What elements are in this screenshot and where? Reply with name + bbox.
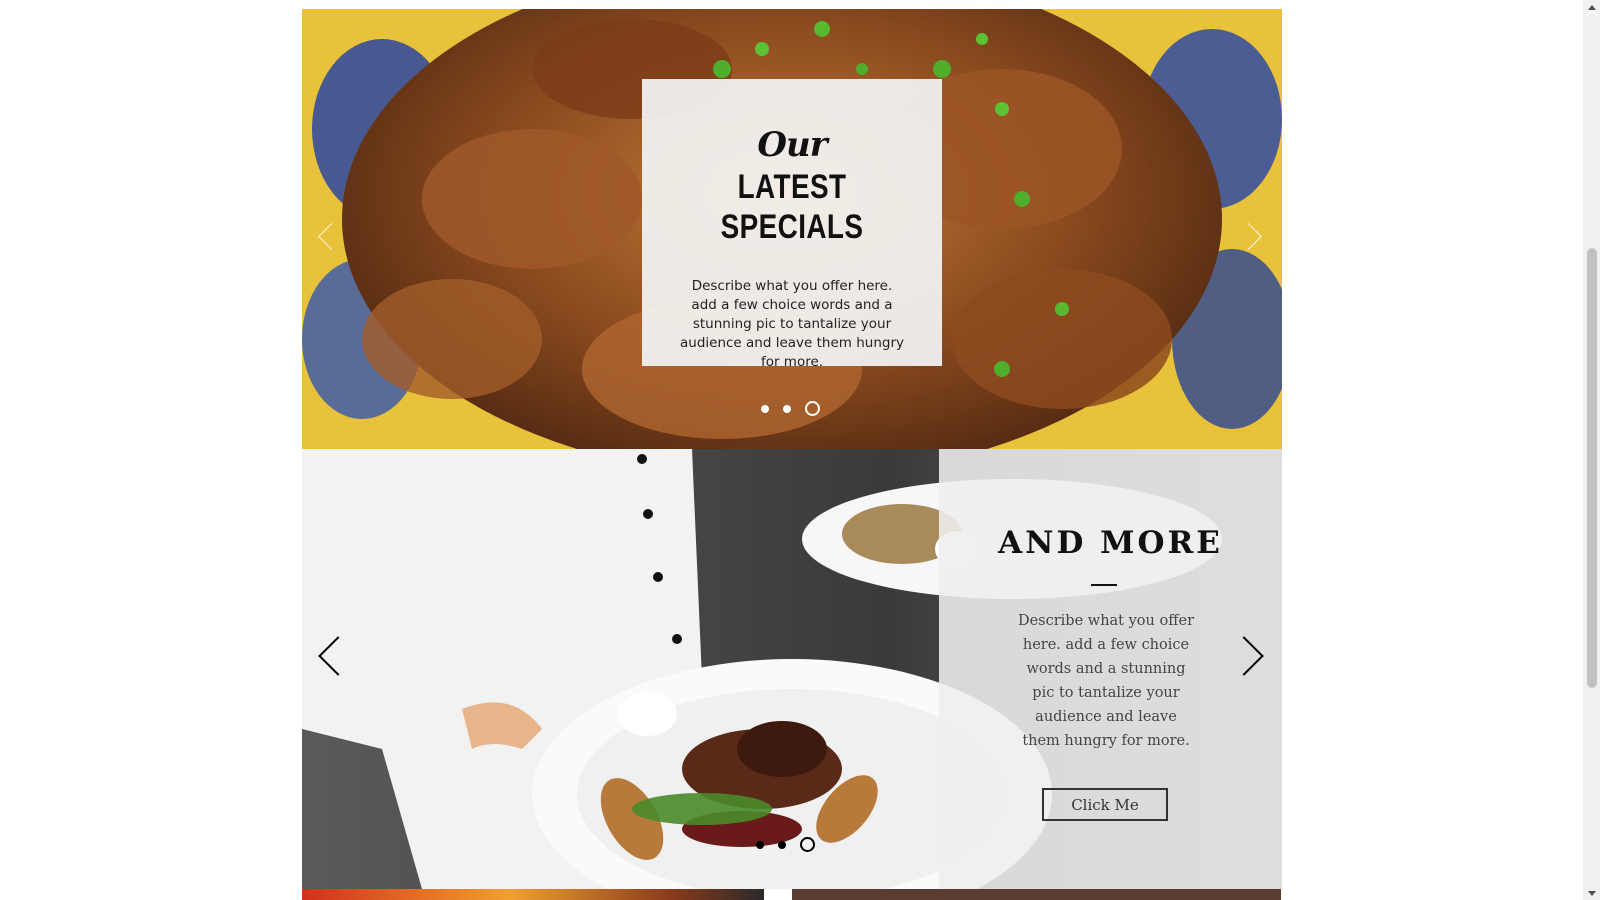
slide-dots (761, 401, 820, 416)
slide-dot-1[interactable] (756, 840, 764, 849)
page-scrollbar[interactable] (1583, 0, 1600, 900)
slide-dot-1[interactable] (761, 404, 769, 413)
script-heading: Our (757, 125, 827, 165)
slide-dots (756, 837, 815, 852)
specials-card: Our LATEST SPECIALS Describe what you of… (642, 79, 942, 370)
title-divider (1091, 584, 1117, 586)
scrollbar-thumb[interactable] (1587, 248, 1597, 688)
next-section-image-right (792, 889, 1281, 900)
scroll-up-icon[interactable] (1583, 0, 1600, 14)
next-section-image-left (302, 889, 764, 900)
more-panel: AND MORE Describe what you offer here. a… (939, 449, 1282, 889)
slide-dot-3[interactable] (805, 401, 820, 416)
slide-dot-3[interactable] (800, 837, 815, 852)
more-title: AND MORE (998, 525, 1223, 561)
specials-slideshow: Our LATEST SPECIALS Describe what you of… (302, 9, 1282, 449)
specials-title: LATEST SPECIALS (720, 168, 864, 246)
more-description: Describe what you offer here. add a few … (1017, 613, 1195, 749)
scroll-down-icon[interactable] (1583, 886, 1600, 900)
slide-dot-2[interactable] (778, 840, 786, 849)
click-me-button[interactable]: Click Me (1042, 788, 1168, 821)
slide-dot-2[interactable] (783, 404, 791, 413)
specials-description: Describe what you offer here. add a few … (679, 278, 904, 370)
more-slideshow: AND MORE Describe what you offer here. a… (302, 449, 1282, 889)
